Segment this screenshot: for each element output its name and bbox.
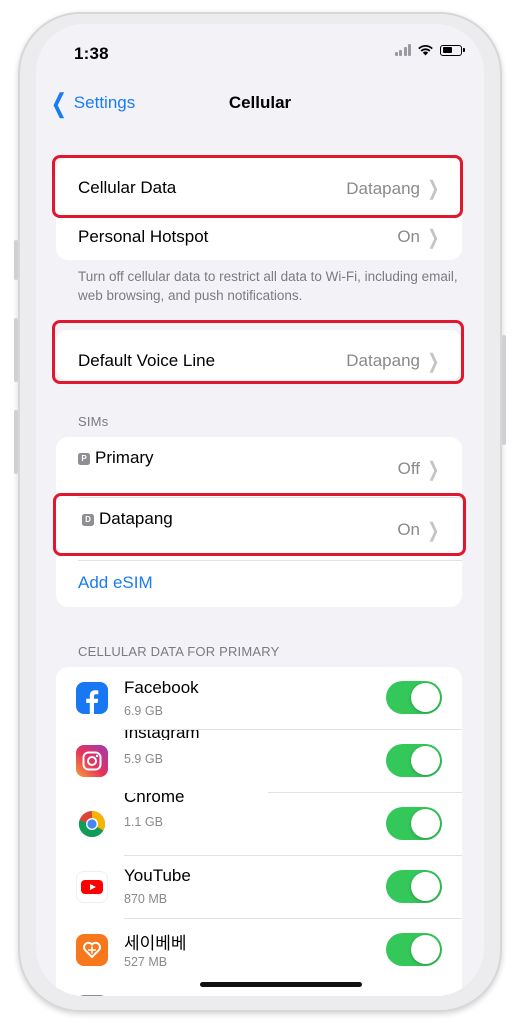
- app-row: 세이베베 527 MB: [56, 919, 462, 981]
- app-row: Facebook 6.9 GB: [56, 667, 462, 729]
- action-button: [14, 240, 18, 280]
- page-title: Cellular: [228, 93, 292, 112]
- add-esim-button[interactable]: Add eSIM: [78, 573, 153, 593]
- chevron-right-icon: ❯: [427, 351, 440, 373]
- sim-datapang-label: D Datapang: [82, 509, 173, 529]
- app-size: 6.9 GB: [124, 704, 163, 718]
- app-name: 세이베베: [124, 934, 187, 953]
- wifi-icon: [418, 45, 433, 56]
- screen: 1:38 ❮ Settings Cellular Cellular Data D…: [36, 24, 484, 996]
- app-icon-partial: [76, 995, 108, 996]
- status-time: 1:38: [74, 44, 109, 63]
- app-size: 870 MB: [124, 892, 168, 906]
- app-size: 5.9 GB: [124, 752, 163, 766]
- chrome-icon: [76, 808, 108, 840]
- volume-up-button: [14, 318, 18, 382]
- apps-group: Facebook 6.9 GB Instagram 5.9 GB Chrome …: [56, 667, 462, 996]
- voice-line-label: Default Voice Line: [78, 351, 216, 370]
- app-cellular-toggle[interactable]: [386, 933, 442, 966]
- app-row: YouTube 870 MB: [56, 856, 462, 918]
- app-name: YouTube: [124, 866, 191, 885]
- battery-icon: [440, 44, 465, 56]
- app-row: Chrome 1.1 GB: [56, 793, 462, 855]
- facebook-cellular-toggle[interactable]: [386, 681, 442, 714]
- cellular-group: Cellular Data Datapang ❯ Personal Hotspo…: [56, 158, 462, 260]
- power-button: [502, 335, 506, 445]
- cellular-data-value: Datapang: [346, 179, 420, 198]
- voice-line-value: Datapang: [346, 351, 420, 370]
- sims-group: P Primary Off ❯ D Datapang On ❯ Add eSIM: [56, 437, 462, 607]
- sim-badge-p-icon: P: [78, 453, 90, 465]
- youtube-icon: [76, 871, 108, 903]
- sim-primary-name: Primary: [95, 448, 154, 467]
- app-name: Facebook: [124, 678, 199, 697]
- app-size: 527 MB: [124, 955, 168, 969]
- youtube-cellular-toggle[interactable]: [386, 870, 442, 903]
- signal-icon: [394, 44, 411, 56]
- instagram-icon: [76, 745, 108, 777]
- sims-header: SIMs: [78, 414, 109, 429]
- app-name: Chrome: [124, 793, 185, 805]
- personal-hotspot-label: Personal Hotspot: [78, 227, 209, 246]
- personal-hotspot-row[interactable]: Personal Hotspot On ❯: [56, 216, 462, 260]
- apps-section-header: CELLULAR DATA FOR PRIMARY: [78, 644, 280, 659]
- sim-datapang-name: Datapang: [99, 509, 173, 528]
- instagram-cellular-toggle[interactable]: [386, 744, 442, 777]
- cellular-data-row[interactable]: Cellular Data Datapang ❯: [56, 158, 462, 208]
- sim-badge-d-icon: D: [82, 514, 94, 526]
- chevron-right-icon: ❯: [427, 459, 440, 481]
- cellular-data-label: Cellular Data: [78, 178, 177, 197]
- app-name: Instagram: [124, 730, 200, 740]
- chevron-right-icon: ❯: [427, 520, 440, 542]
- chevron-right-icon: ❯: [427, 178, 440, 200]
- facebook-icon: [76, 682, 108, 714]
- heart-icon: [76, 934, 108, 966]
- sim-datapang-value: On: [397, 520, 420, 539]
- home-indicator[interactable]: [200, 982, 362, 987]
- sim-primary-label: P Primary: [78, 448, 154, 468]
- app-size: 1.1 GB: [124, 815, 163, 829]
- sim-primary-value: Off: [397, 459, 420, 478]
- chevron-right-icon: ❯: [427, 227, 440, 249]
- volume-down-button: [14, 410, 18, 474]
- app-row: Instagram 5.9 GB: [56, 730, 462, 792]
- personal-hotspot-value: On: [397, 227, 420, 246]
- sim-datapang-row[interactable]: D Datapang On ❯: [56, 498, 462, 560]
- status-icons: [394, 44, 465, 56]
- status-bar: 1:38: [36, 24, 484, 80]
- sim-primary-row[interactable]: P Primary Off ❯: [56, 437, 462, 497]
- divider: [78, 560, 462, 561]
- cellular-note: Turn off cellular data to restrict all d…: [78, 269, 458, 303]
- default-voice-line-row[interactable]: Default Voice Line Datapang ❯: [56, 330, 462, 380]
- chrome-cellular-toggle[interactable]: [386, 807, 442, 840]
- voice-line-group: Default Voice Line Datapang ❯: [56, 330, 462, 380]
